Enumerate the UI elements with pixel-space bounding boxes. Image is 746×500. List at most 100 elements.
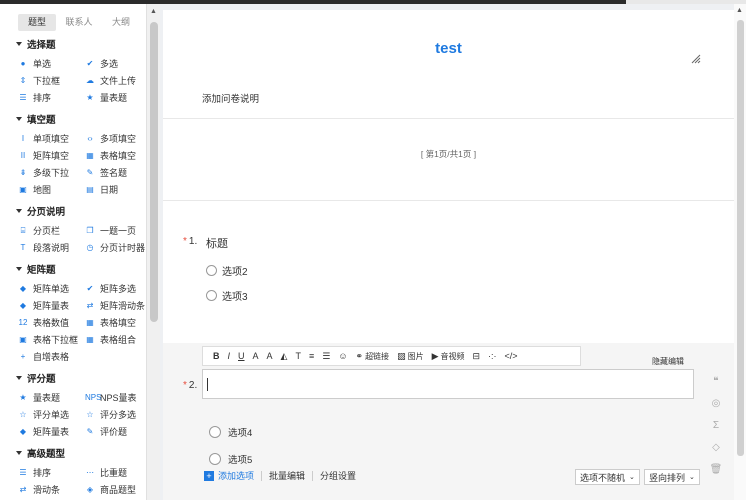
question-type-item[interactable]: ☆ 评分多选 (85, 406, 146, 423)
question-1-title[interactable]: 标题 (206, 235, 228, 251)
underline-button[interactable]: U (234, 347, 249, 365)
question-type-item[interactable]: ▦ 表格填空 (85, 147, 146, 164)
bold-button[interactable]: B (209, 347, 224, 365)
question-type-item[interactable]: ⇄ 矩阵滑动条 (85, 297, 146, 314)
sum-icon[interactable]: Σ (702, 414, 730, 436)
question-type-label: 量表题 (33, 393, 61, 403)
survey-title[interactable]: test (163, 40, 734, 57)
add-option-plus-icon[interactable]: + (204, 470, 214, 481)
question-type-item[interactable]: ▦ 表格组合 (85, 331, 146, 348)
question-type-item[interactable]: ● 单选 (18, 55, 85, 72)
group-title[interactable]: 分页说明 (16, 204, 146, 218)
align-button[interactable]: ≡ (305, 347, 318, 365)
batch-edit-button[interactable]: 批量编辑 (269, 469, 305, 482)
fill-color-button[interactable]: ◭ (277, 347, 292, 365)
question-type-item[interactable]: + 自增表格 (18, 348, 85, 365)
question-type-item[interactable]: ⇟ 多级下拉 (18, 164, 85, 181)
question-type-item[interactable]: ▣ 地图 (18, 181, 85, 198)
divider (163, 200, 734, 201)
question-type-item[interactable]: ⇄ 滑动条 (18, 481, 85, 498)
question-type-item[interactable]: ★ 量表题 (85, 89, 146, 106)
question-type-item[interactable]: ⋯ 比重题 (85, 464, 146, 481)
survey-description[interactable]: 添加问卷说明 (202, 91, 259, 105)
more-button[interactable]: ·:· (484, 347, 501, 365)
question-type-item[interactable]: ✎ 签名题 (85, 164, 146, 181)
question-type-item[interactable]: ✔ 多选 (85, 55, 146, 72)
question-2-option[interactable]: 选项5 (209, 452, 252, 466)
group-title[interactable]: 高级题型 (16, 446, 146, 460)
question-type-item[interactable]: ⇕ 下拉框 (18, 72, 85, 89)
quote-icon[interactable]: ❝ (702, 370, 730, 392)
question-type-item[interactable]: ◆ 矩阵量表 (18, 423, 85, 440)
group-title[interactable]: 选择题 (16, 37, 146, 51)
sidebar-tab[interactable]: 联系人 (60, 14, 98, 31)
radio-button[interactable] (206, 290, 217, 301)
sidebar-scrollbar[interactable]: ▲ (146, 4, 160, 500)
question-type-item[interactable]: ☰ 排序 (18, 464, 85, 481)
question-type-item[interactable]: II 矩阵填空 (18, 147, 85, 164)
emoji-button[interactable]: ☺ (334, 347, 351, 365)
scroll-up-icon[interactable]: ▲ (150, 8, 157, 15)
question-type-item[interactable]: ▣ 表格下拉框 (18, 331, 85, 348)
font-size-button[interactable]: A (249, 347, 263, 365)
question-type-item[interactable]: ◈ 商品题型 (85, 481, 146, 498)
sidebar-tab[interactable]: 题型 (18, 14, 56, 31)
hide-eye-icon[interactable]: ◎ (702, 392, 730, 414)
video-button[interactable]: ▶ 音视频 (428, 347, 469, 365)
sidebar-tab[interactable]: 大纲 (102, 14, 140, 31)
question-type-item[interactable]: ☰ 排序 (18, 89, 85, 106)
question-type-item[interactable]: ▦ 表格填空 (85, 314, 146, 331)
radio-button[interactable] (206, 265, 217, 276)
group-title[interactable]: 矩阵题 (16, 262, 146, 276)
group-title[interactable]: 填空题 (16, 112, 146, 126)
link-button[interactable]: ⚭ 超链接 (352, 347, 394, 365)
question-type-item[interactable]: ✎ 评价题 (85, 423, 146, 440)
question-2-option[interactable]: 选项4 (209, 425, 252, 439)
option-label[interactable]: 选项5 (228, 452, 252, 466)
blank-button[interactable]: ⊟ (469, 347, 485, 365)
list-format-button[interactable]: ☰ (318, 347, 334, 365)
question-type-item[interactable]: ☆ 评分单选 (18, 406, 85, 423)
question-type-item[interactable]: ☁ 文件上传 (85, 72, 146, 89)
main-scroll-thumb[interactable] (737, 20, 744, 456)
add-option-button[interactable]: 添加选项 (218, 469, 254, 482)
source-code-button[interactable]: </> (501, 347, 522, 365)
question-type-item[interactable]: T 段落说明 (18, 239, 85, 256)
option-random-select[interactable]: 选项不随机 ⌄ (575, 469, 640, 485)
resize-handle-icon[interactable] (691, 54, 701, 64)
sidebar-scroll-thumb[interactable] (150, 22, 158, 322)
question-type-grid: ⌸ 分页栏 ❐ 一题一页 T 段落说明 ◷ 分页计时器 (18, 222, 146, 256)
tag-icon[interactable]: ◇ (702, 436, 730, 458)
image-button[interactable]: ▨ 图片 (393, 347, 428, 365)
question-type-item[interactable]: NPS NPS量表 (85, 389, 146, 406)
trash-icon[interactable]: 🗑 (702, 458, 730, 480)
option-label[interactable]: 选项4 (228, 425, 252, 439)
question-type-item[interactable]: 12 表格数值 (18, 314, 85, 331)
option-layout-select[interactable]: 竖向排列 ⌄ (644, 469, 700, 485)
group-title[interactable]: 评分题 (16, 371, 146, 385)
question-type-item[interactable]: ★ 量表题 (18, 389, 85, 406)
hide-edit-button[interactable]: 隐藏编辑 (652, 356, 684, 367)
group-settings-button[interactable]: 分组设置 (320, 469, 356, 482)
question-type-item[interactable]: I 单项填空 (18, 130, 85, 147)
question-type-item[interactable]: ✔ 矩阵多选 (85, 280, 146, 297)
question-type-item[interactable]: ◆ 矩阵量表 (18, 297, 85, 314)
question-type-item[interactable]: ⌸ 分页栏 (18, 222, 85, 239)
question-type-item[interactable]: ◆ 矩阵单选 (18, 280, 85, 297)
question-type-item[interactable]: ‹› 多项填空 (85, 130, 146, 147)
italic-button[interactable]: I (224, 347, 235, 365)
radio-button[interactable] (209, 426, 221, 438)
question-type-item[interactable]: ◷ 分页计时器 (85, 239, 146, 256)
clear-format-button[interactable]: T (291, 347, 305, 365)
question-2-title-input[interactable] (202, 369, 694, 399)
radio-button[interactable] (209, 453, 221, 465)
question-type-label: 分页计时器 (100, 243, 146, 253)
question-type-item[interactable]: ❐ 一题一页 (85, 222, 146, 239)
question-1-option[interactable]: 选项2 (206, 263, 248, 278)
question-type-item[interactable]: ▤ 日期 (85, 181, 146, 198)
question-1-option[interactable]: 选项3 (206, 288, 248, 303)
matrix-scale-icon: ◆ (19, 426, 27, 436)
main-scrollbar[interactable]: ▲ (734, 4, 746, 500)
scroll-up-icon[interactable]: ▲ (736, 7, 743, 14)
font-color-button[interactable]: A (263, 347, 277, 365)
